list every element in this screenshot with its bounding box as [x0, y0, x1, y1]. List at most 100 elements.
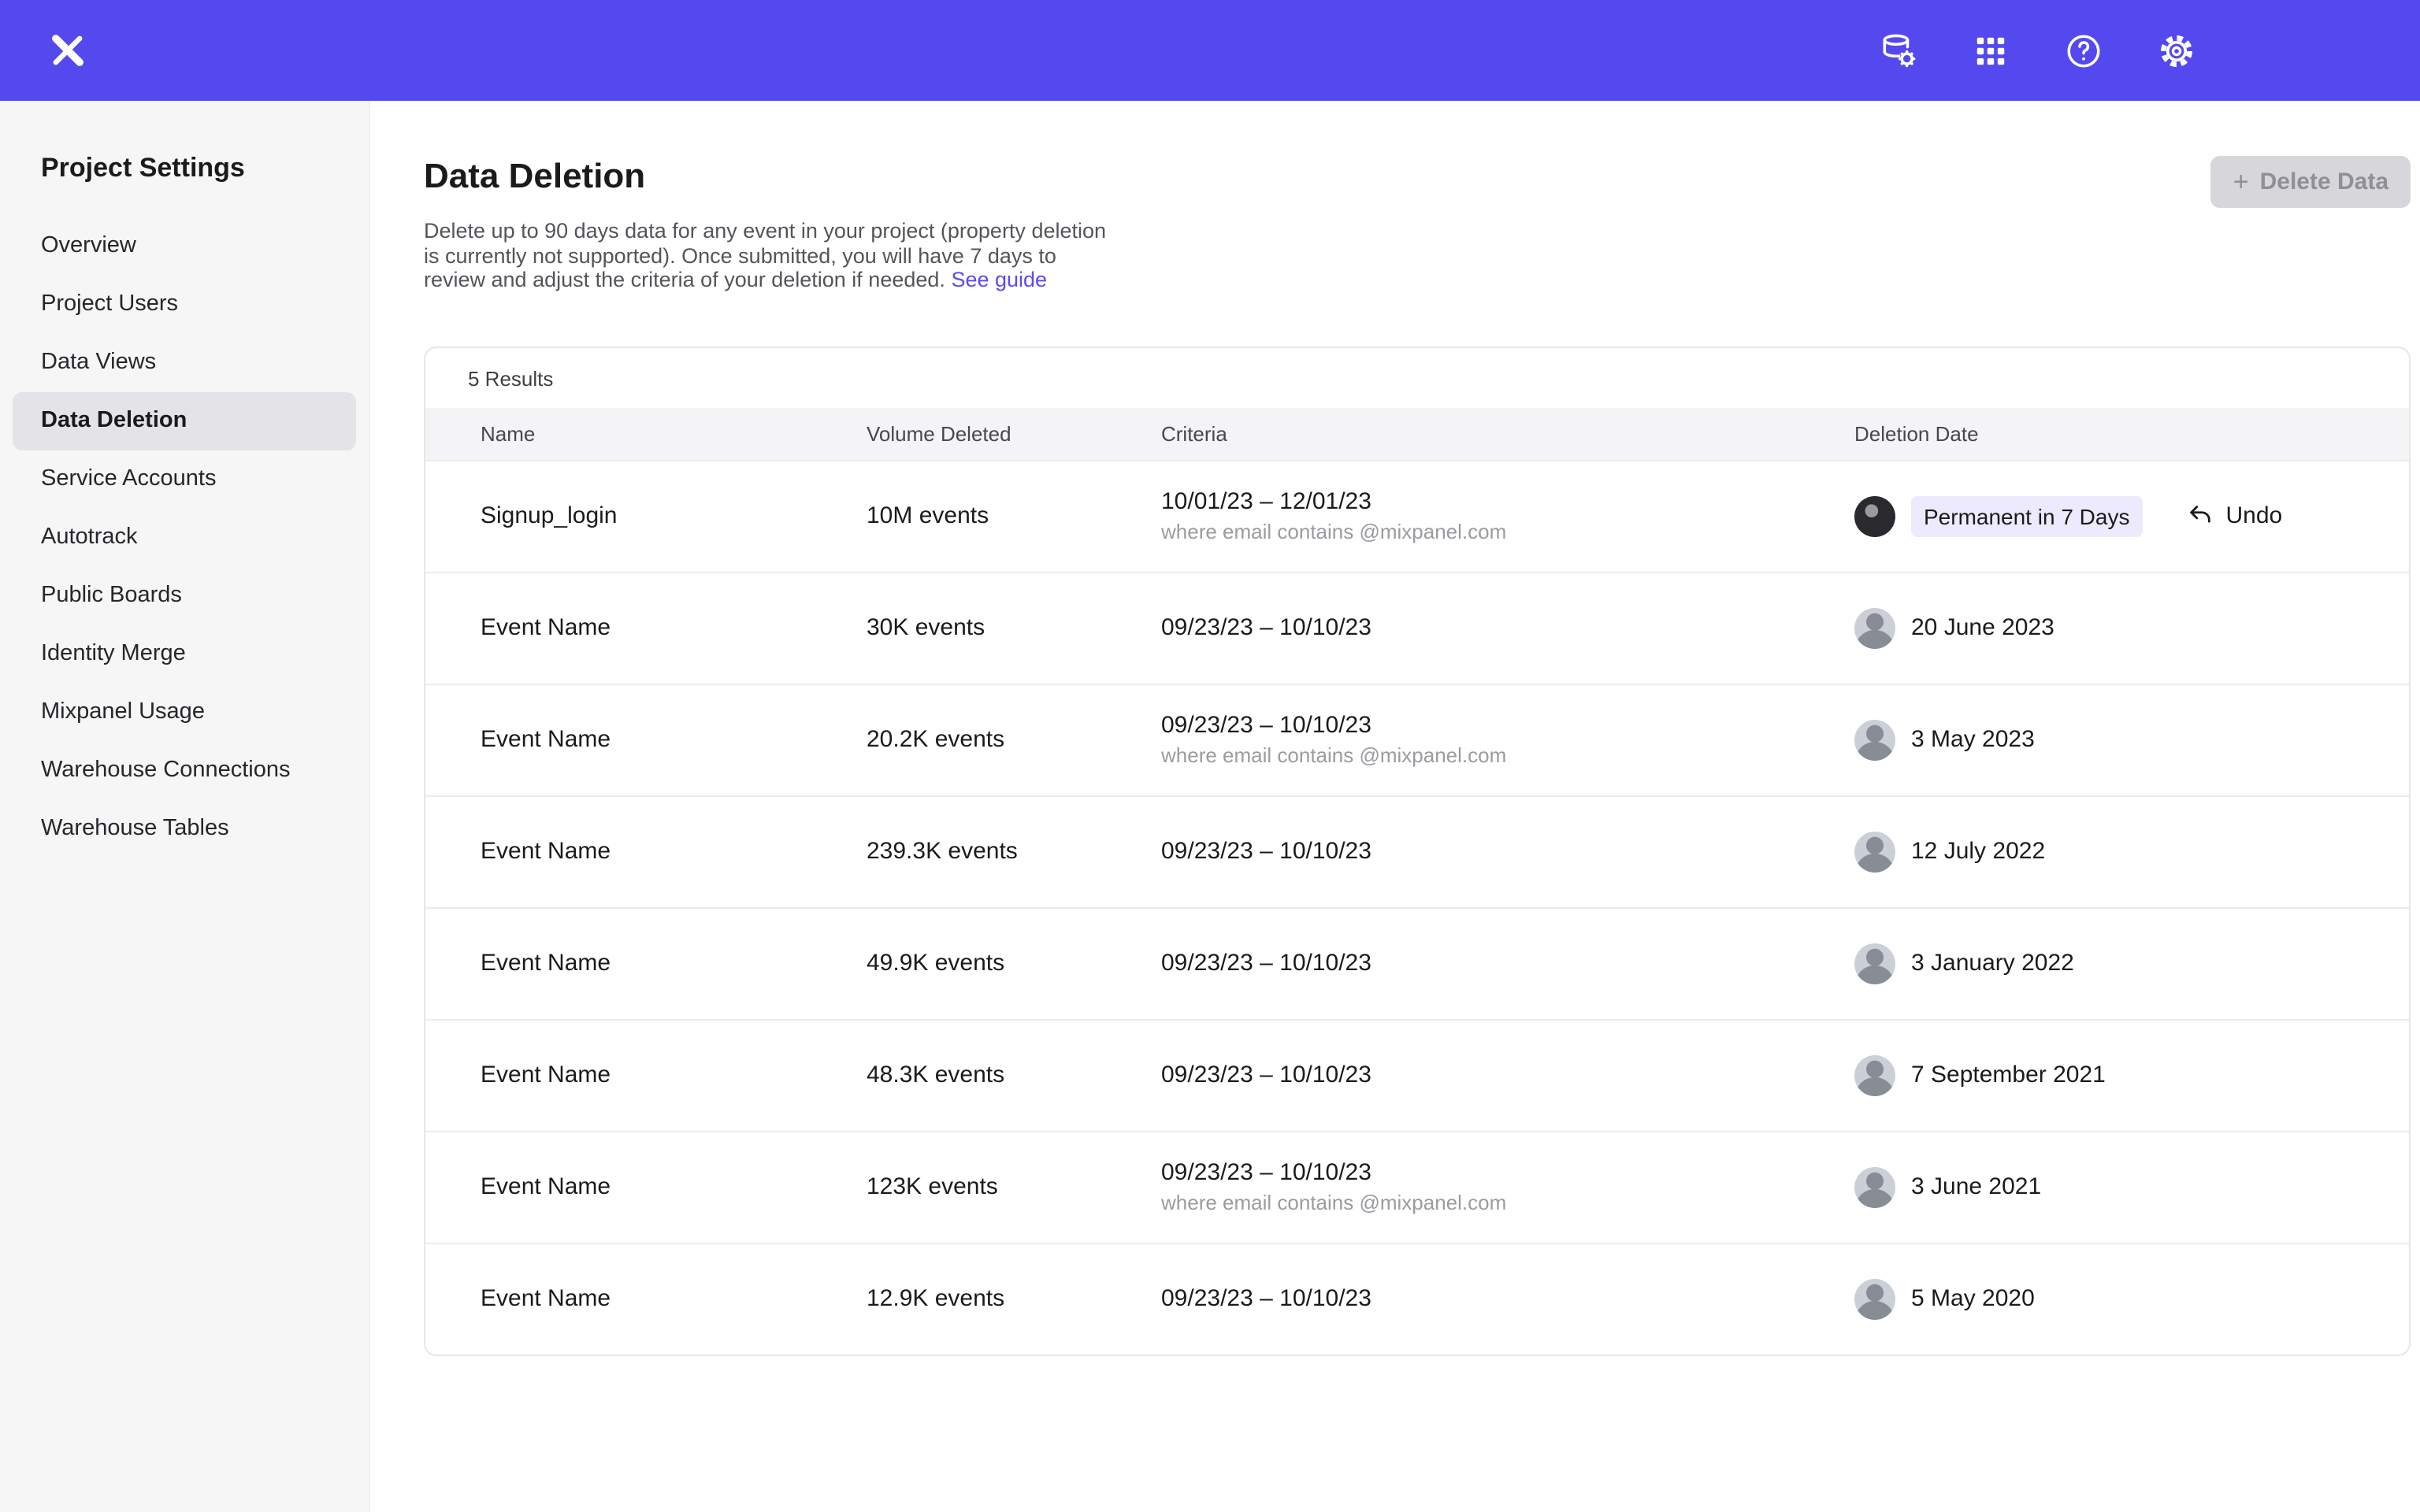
- row-deletion-cell: 12 July 2022: [1854, 831, 2377, 872]
- row-deletion-date: 7 September 2021: [1911, 1062, 2106, 1088]
- row-deletion-date: 5 May 2020: [1911, 1285, 2035, 1312]
- mixpanel-logo[interactable]: [46, 28, 90, 72]
- table-body: Signup_login 10M events 10/01/23 – 12/01…: [425, 459, 2409, 1354]
- sidebar-item-data-deletion[interactable]: Data Deletion: [13, 392, 356, 450]
- table-row[interactable]: Event Name 20.2K events 09/23/23 – 10/10…: [425, 683, 2409, 795]
- row-deletion-date: 3 May 2023: [1911, 726, 2035, 753]
- main-content: Data Deletion Delete up to 90 days data …: [370, 101, 2420, 1512]
- user-avatar: [1854, 831, 1895, 872]
- table-row[interactable]: Signup_login 10M events 10/01/23 – 12/01…: [425, 459, 2409, 571]
- row-criteria-cell: 09/23/23 – 10/10/23: [1161, 1285, 1854, 1312]
- row-criteria-cell: 10/01/23 – 12/01/23 where email contains…: [1161, 488, 1854, 543]
- apps-grid-icon[interactable]: [1969, 30, 2010, 71]
- row-deletion-cell: 3 June 2021: [1854, 1166, 2377, 1207]
- page-header: Data Deletion Delete up to 90 days data …: [424, 156, 2411, 292]
- sidebar-item-service-accounts[interactable]: Service Accounts: [13, 450, 356, 509]
- table-row[interactable]: Event Name 48.3K events 09/23/23 – 10/10…: [425, 1018, 2409, 1130]
- sidebar-item-label: Warehouse Connections: [41, 758, 291, 783]
- deletion-table-card: 5 Results Name Volume Deleted Criteria D…: [424, 346, 2411, 1355]
- row-criteria: 09/23/23 – 10/10/23: [1161, 838, 1854, 865]
- user-avatar: [1854, 495, 1895, 536]
- user-avatar: [1854, 719, 1895, 760]
- settings-icon[interactable]: [2155, 30, 2196, 71]
- row-volume: 239.3K events: [867, 838, 1161, 865]
- sidebar-item-label: Data Deletion: [41, 408, 187, 433]
- sidebar-item-label: Public Boards: [41, 583, 182, 608]
- row-name: Event Name: [481, 950, 867, 976]
- table-row[interactable]: Event Name 49.9K events 09/23/23 – 10/10…: [425, 906, 2409, 1018]
- sidebar-item-mixpanel-usage[interactable]: Mixpanel Usage: [13, 684, 356, 742]
- see-guide-link[interactable]: See guide: [951, 268, 1047, 291]
- column-header-deletion-date: Deletion Date: [1854, 421, 2377, 445]
- undo-button-label: Undo: [2225, 502, 2282, 529]
- sidebar-item-data-views[interactable]: Data Views: [13, 334, 356, 392]
- help-icon[interactable]: [2062, 30, 2103, 71]
- table-row[interactable]: Event Name 12.9K events 09/23/23 – 10/10…: [425, 1242, 2409, 1354]
- page-description: Delete up to 90 days data for any event …: [424, 219, 1120, 292]
- sidebar-item-label: Warehouse Tables: [41, 816, 229, 841]
- row-criteria: 10/01/23 – 12/01/23: [1161, 488, 1854, 515]
- user-avatar: [1854, 1166, 1895, 1207]
- sidebar-item-label: Identity Merge: [41, 641, 186, 666]
- row-criteria-cell: 09/23/23 – 10/10/23: [1161, 950, 1854, 976]
- column-header-criteria: Criteria: [1161, 421, 1854, 445]
- sidebar-item-autotrack[interactable]: Autotrack: [13, 509, 356, 567]
- row-name: Event Name: [481, 726, 867, 753]
- row-volume: 12.9K events: [867, 1285, 1161, 1312]
- row-deletion-cell: 20 June 2023: [1854, 607, 2377, 648]
- row-volume: 123K events: [867, 1173, 1161, 1200]
- row-deletion-date: 3 January 2022: [1911, 950, 2074, 976]
- row-criteria: 09/23/23 – 10/10/23: [1161, 1285, 1854, 1312]
- sidebar-item-label: Autotrack: [41, 524, 138, 550]
- row-name: Event Name: [481, 1062, 867, 1088]
- row-deletion-cell: 7 September 2021: [1854, 1054, 2377, 1095]
- plus-icon: +: [2233, 170, 2249, 194]
- row-volume: 49.9K events: [867, 950, 1161, 976]
- row-deletion-cell: 3 January 2022: [1854, 943, 2377, 984]
- undo-button[interactable]: Undo: [2186, 502, 2282, 529]
- table-row[interactable]: Event Name 239.3K events 09/23/23 – 10/1…: [425, 795, 2409, 906]
- sidebar-item-warehouse-connections[interactable]: Warehouse Connections: [13, 742, 356, 800]
- column-header-volume-deleted: Volume Deleted: [867, 421, 1161, 445]
- row-criteria-subtext: where email contains @mixpanel.com: [1161, 1191, 1854, 1214]
- row-volume: 10M events: [867, 502, 1161, 529]
- row-name: Event Name: [481, 1173, 867, 1200]
- sidebar-item-public-boards[interactable]: Public Boards: [13, 567, 356, 625]
- row-deletion-cell: Permanent in 7 Days Undo: [1854, 495, 2377, 536]
- page-layout: Project Settings Overview Project Users …: [0, 101, 2420, 1512]
- user-avatar: [1854, 943, 1895, 984]
- row-criteria: 09/23/23 – 10/10/23: [1161, 1159, 1854, 1186]
- row-criteria-cell: 09/23/23 – 10/10/23: [1161, 838, 1854, 865]
- data-management-icon[interactable]: [1876, 30, 1917, 71]
- mixpanel-app: Project Settings Overview Project Users …: [0, 0, 2420, 1512]
- row-criteria: 09/23/23 – 10/10/23: [1161, 1062, 1854, 1088]
- column-header-name: Name: [481, 421, 867, 445]
- row-criteria: 09/23/23 – 10/10/23: [1161, 950, 1854, 976]
- user-avatar: [1854, 607, 1895, 648]
- user-avatar: [1854, 1054, 1895, 1095]
- row-deletion-date: 3 June 2021: [1911, 1173, 2041, 1200]
- undo-icon: [2186, 502, 2213, 529]
- page-title: Data Deletion: [424, 156, 1120, 197]
- row-criteria-subtext: where email contains @mixpanel.com: [1161, 743, 1854, 767]
- delete-data-button[interactable]: + Delete Data: [2211, 156, 2411, 208]
- row-criteria-cell: 09/23/23 – 10/10/23: [1161, 1062, 1854, 1088]
- table-row[interactable]: Event Name 123K events 09/23/23 – 10/10/…: [425, 1130, 2409, 1242]
- row-deletion-date: 20 June 2023: [1911, 614, 2054, 641]
- sidebar-nav: Overview Project Users Data Views Data D…: [0, 217, 369, 858]
- sidebar-item-identity-merge[interactable]: Identity Merge: [13, 625, 356, 684]
- row-criteria-cell: 09/23/23 – 10/10/23 where email contains…: [1161, 1159, 1854, 1214]
- sidebar-item-project-users[interactable]: Project Users: [13, 276, 356, 334]
- row-volume: 48.3K events: [867, 1062, 1161, 1088]
- sidebar-item-label: Mixpanel Usage: [41, 699, 205, 724]
- settings-sidebar: Project Settings Overview Project Users …: [0, 101, 370, 1512]
- row-deletion-date: Permanent in 7 Days: [1911, 495, 2142, 536]
- results-count: 5 Results: [425, 347, 2409, 407]
- sidebar-item-warehouse-tables[interactable]: Warehouse Tables: [13, 800, 356, 858]
- table-row[interactable]: Event Name 30K events 09/23/23 – 10/10/2…: [425, 571, 2409, 683]
- delete-data-button-label: Delete Data: [2260, 169, 2388, 195]
- mixpanel-logo-icon: [47, 30, 88, 71]
- user-avatar: [1854, 1278, 1895, 1319]
- row-criteria-cell: 09/23/23 – 10/10/23: [1161, 614, 1854, 641]
- sidebar-item-overview[interactable]: Overview: [13, 217, 356, 276]
